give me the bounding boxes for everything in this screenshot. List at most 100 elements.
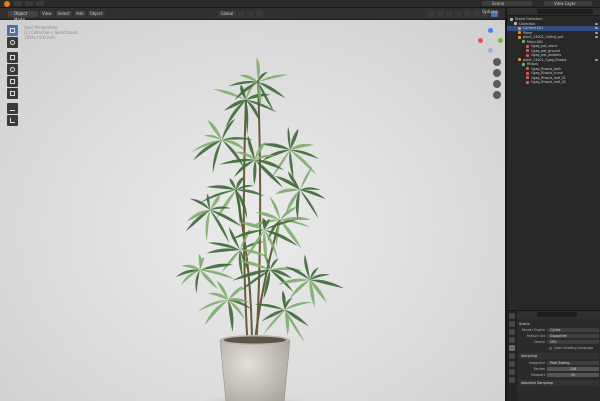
outliner-search-input[interactable] (537, 9, 593, 14)
select-box-tool[interactable] (7, 25, 18, 36)
collection-icon (510, 17, 513, 21)
pivot-icon[interactable] (238, 11, 245, 17)
menu-render[interactable] (36, 1, 44, 6)
render-samples-label: Render (533, 367, 545, 371)
adaptive-sampling-header[interactable]: Adaptive Sampling (519, 380, 599, 386)
move-tool[interactable] (7, 52, 18, 63)
menu-edit[interactable] (25, 1, 33, 6)
material-icon (526, 71, 529, 75)
snap-icon[interactable] (247, 11, 254, 17)
object-mode-dropdown[interactable]: Object Mode (8, 11, 38, 22)
viewport-samples-field[interactable]: 32 (547, 372, 599, 378)
transform-tool[interactable] (7, 88, 18, 99)
annotate-icon (10, 106, 15, 111)
select-menu[interactable]: Select (55, 11, 72, 17)
outliner-row-label: plant_13001_Ceiling_pot (523, 35, 564, 39)
outliner-row-label: Cgag_Rhapis_leaf_02 (531, 80, 566, 84)
material-icon (526, 44, 529, 48)
gizmo-toggle-icon[interactable] (437, 11, 444, 17)
object-tab-icon[interactable] (509, 361, 515, 367)
tool-shelf (7, 25, 18, 127)
add-menu[interactable]: Add (73, 11, 86, 17)
world-tab-icon[interactable] (509, 353, 515, 359)
pan-icon[interactable] (493, 69, 501, 77)
y-axis-icon[interactable] (498, 38, 503, 43)
camera-view-icon[interactable] (493, 80, 501, 88)
outliner-row-label: Collection (519, 21, 536, 26)
xray-icon[interactable] (455, 11, 462, 17)
device-dropdown[interactable]: CPU (547, 339, 599, 345)
collection-icon (514, 22, 517, 25)
view-menu[interactable]: View (40, 11, 54, 17)
move-icon (10, 55, 15, 60)
scene-tab-icon[interactable] (509, 345, 515, 351)
mesh-data-icon (522, 62, 525, 66)
feature-set-dropdown[interactable]: Supported (547, 333, 599, 339)
navigation-gizmo[interactable] (478, 28, 504, 54)
options-dropdown[interactable]: Options (482, 9, 497, 14)
modifier-tab-icon[interactable] (509, 369, 515, 375)
tool-tab-icon[interactable] (509, 313, 515, 319)
viewport-samples-row: Viewport 32 (519, 372, 599, 378)
viewport-menus: View Select Add Object (40, 11, 105, 17)
zoom-icon[interactable] (493, 58, 501, 66)
wireframe-shading-icon[interactable] (464, 11, 471, 17)
solid-shading-icon[interactable] (473, 11, 480, 17)
overlay-toggle-icon[interactable] (446, 11, 453, 17)
visibility-eye-icon[interactable] (595, 27, 598, 29)
overlay-line: 100% / 0.0 mm (24, 35, 55, 40)
outliner-tree: Scene Collection Collection Camera.001 Plan… (507, 16, 600, 85)
neg-z-axis-icon[interactable] (488, 48, 493, 53)
material-icon (526, 76, 529, 79)
render-tab-icon[interactable] (509, 321, 515, 327)
potted-plant-render (175, 57, 345, 401)
view-layer-tab-icon[interactable] (509, 337, 515, 343)
osl-checkbox[interactable]: Open Shading Language (519, 345, 599, 351)
blender-logo-icon[interactable] (4, 1, 10, 7)
integrator-dropdown[interactable]: Path Tracing (547, 360, 599, 366)
properties-tabs (507, 311, 517, 401)
scene-selector[interactable]: Scene (482, 1, 532, 6)
visibility-eye-icon[interactable] (595, 36, 598, 38)
render-engine-label: Render Engine (521, 328, 545, 332)
annotate-tool[interactable] (7, 103, 18, 114)
visibility-eye-icon[interactable] (595, 31, 598, 34)
outliner-row-label: Mesh.001 (527, 39, 544, 44)
properties-panel: Scene Render Engine Cycles Feature Set S… (506, 310, 600, 401)
rotate-icon (10, 67, 15, 72)
outliner-row-label: Cgag_pot_stone (531, 44, 558, 48)
z-axis-icon[interactable] (488, 28, 493, 33)
transform-icon (10, 91, 15, 96)
visibility-icon[interactable] (428, 11, 435, 17)
object-icon (518, 35, 521, 39)
orientation-dropdown[interactable]: Global (218, 11, 236, 17)
x-axis-icon[interactable] (478, 38, 483, 43)
material-icon (526, 67, 529, 70)
outliner-row-label: Scene Collection (515, 17, 543, 21)
integrator-label: Integrator (529, 361, 545, 365)
visibility-eye-icon[interactable] (595, 58, 598, 61)
view-layer-selector[interactable]: View Layer (544, 1, 592, 6)
render-samples-field[interactable]: 128 (547, 366, 599, 372)
perspective-toggle-icon[interactable] (493, 91, 501, 99)
material-icon (526, 80, 529, 84)
visibility-eye-icon[interactable] (595, 22, 598, 25)
object-menu[interactable]: Object (87, 11, 105, 17)
measure-tool[interactable] (7, 115, 18, 126)
properties-search-input[interactable] (537, 312, 577, 317)
outliner-row[interactable]: Cgag_Rhapis_leaf_02 (507, 80, 600, 85)
material-tab-icon[interactable] (509, 377, 515, 383)
cursor-icon (10, 40, 15, 45)
rotate-tool[interactable] (7, 64, 18, 75)
sampling-panel-header[interactable]: Sampling (519, 353, 599, 359)
scale-tool[interactable] (7, 76, 18, 87)
output-tab-icon[interactable] (509, 329, 515, 335)
3d-viewport[interactable]: User Perspective (1) Collection | Sketch… (0, 20, 505, 401)
scale-icon (10, 79, 15, 84)
outliner-row-label: Plane (523, 30, 533, 35)
proportional-edit-icon[interactable] (256, 11, 263, 17)
top-menu (14, 1, 44, 7)
menu-file[interactable] (14, 1, 22, 6)
cursor-tool[interactable] (7, 37, 18, 48)
render-engine-dropdown[interactable]: Cycles (547, 327, 599, 333)
